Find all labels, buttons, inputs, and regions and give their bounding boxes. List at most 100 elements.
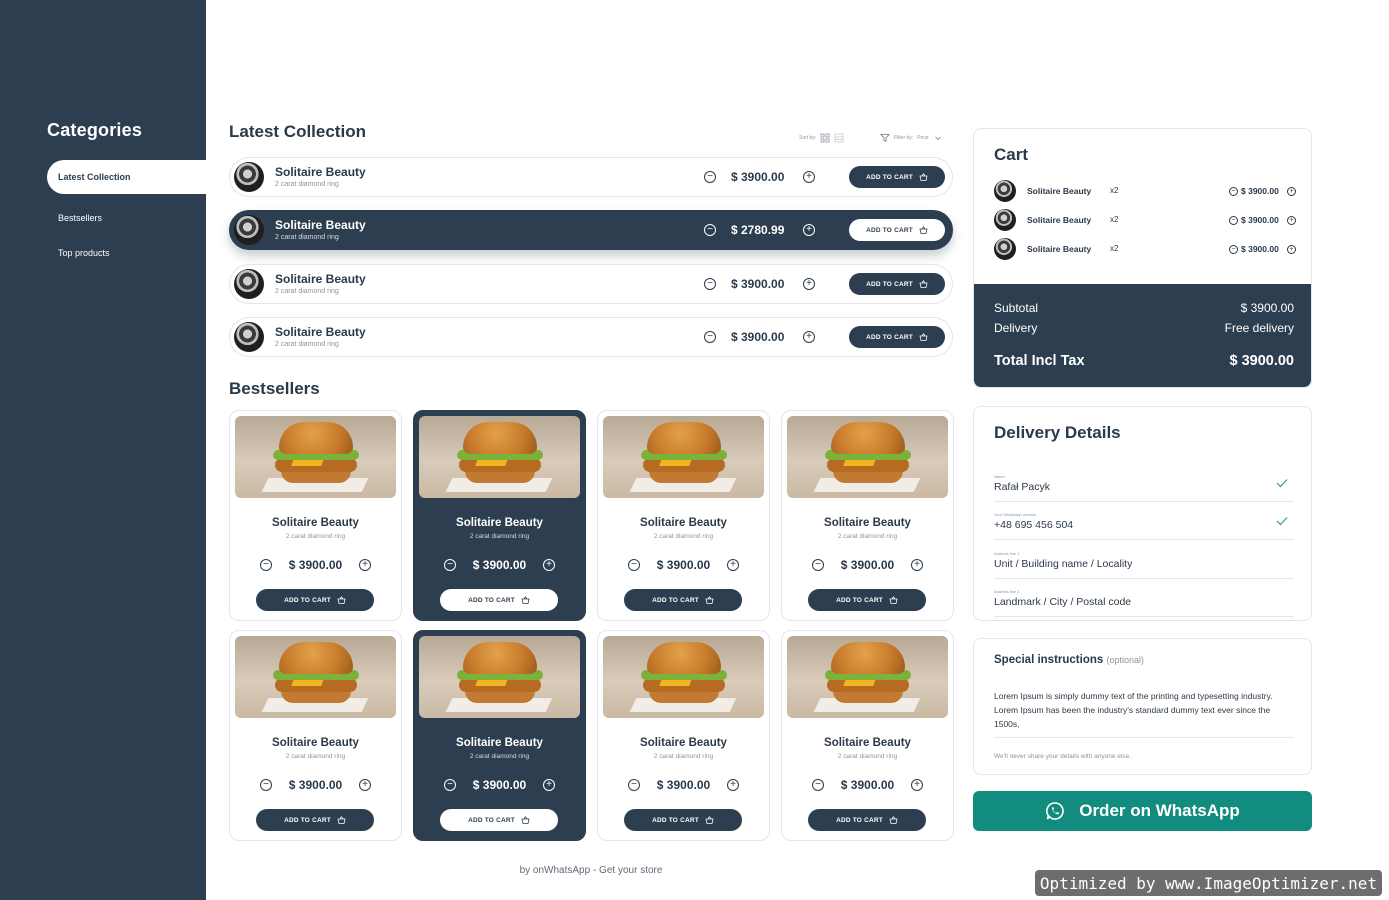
product-name: Solitaire Beauty (275, 218, 366, 232)
list-view-icon[interactable] (834, 133, 844, 143)
add-to-cart-button[interactable]: ADD TO CART (440, 589, 558, 611)
product-price: $ 3900.00 (840, 778, 895, 792)
sort-label: Sort by: (799, 135, 817, 141)
increase-quantity-button[interactable]: + (1287, 216, 1296, 225)
list-item-highlighted: Solitaire Beauty 2 carat diamond ring − … (229, 210, 953, 250)
add-to-cart-button[interactable]: ADD TO CART (624, 809, 742, 831)
plus-icon: + (806, 331, 812, 342)
increase-quantity-button[interactable]: + (803, 331, 815, 343)
product-name: Solitaire Beauty (275, 272, 366, 286)
add-to-cart-button[interactable]: ADD TO CART (849, 326, 945, 348)
cart-title: Cart (994, 145, 1029, 164)
increase-quantity-button[interactable]: + (803, 171, 815, 183)
sidebar-item-latest-collection[interactable]: Latest Collection (47, 160, 206, 194)
field-label: Address line 2 (994, 589, 1020, 594)
decrease-quantity-button[interactable]: − (704, 331, 716, 343)
field-label: Name (994, 474, 1005, 479)
add-to-cart-button[interactable]: ADD TO CART (849, 219, 945, 241)
product-thumbnail (234, 162, 264, 192)
order-on-whatsapp-button[interactable]: Order on WhatsApp (973, 791, 1312, 831)
increase-quantity-button[interactable]: + (727, 779, 739, 791)
add-to-cart-button[interactable]: ADD TO CART (440, 809, 558, 831)
add-to-cart-button[interactable]: ADD TO CART (624, 589, 742, 611)
whatsapp-icon (1046, 802, 1064, 820)
special-instructions-label: Special instructions (994, 654, 1104, 666)
sidebar-item-bestsellers[interactable]: Bestsellers (47, 201, 206, 235)
increase-quantity-button[interactable]: + (803, 224, 815, 236)
basket-icon (919, 280, 928, 288)
product-name: Solitaire Beauty (275, 165, 366, 179)
increase-quantity-button[interactable]: + (803, 278, 815, 290)
add-to-cart-button[interactable]: ADD TO CART (849, 273, 945, 295)
product-image (603, 416, 764, 498)
sidebar-item-top-products[interactable]: Top products (47, 236, 206, 270)
cart-line-quantity: x2 (1110, 215, 1119, 224)
privacy-note: We'll never share your details with anyo… (994, 753, 1131, 760)
plus-icon: + (1289, 217, 1294, 224)
increase-quantity-button[interactable]: + (727, 559, 739, 571)
field-value: +48 695 456 504 (994, 519, 1074, 531)
product-price: $ 3900.00 (731, 330, 785, 344)
address-line-1-field[interactable]: Address line 1 Unit / Building name / Lo… (994, 551, 1294, 579)
product-price: $ 3900.00 (656, 558, 711, 572)
decrease-quantity-button[interactable]: − (1229, 187, 1238, 196)
decrease-quantity-button[interactable]: − (704, 224, 716, 236)
add-to-cart-button[interactable]: ADD TO CART (849, 166, 945, 188)
increase-quantity-button[interactable]: + (359, 559, 371, 571)
add-to-cart-button[interactable]: ADD TO CART (808, 589, 926, 611)
filter-value: Price (917, 135, 929, 141)
increase-quantity-button[interactable]: + (911, 559, 923, 571)
add-to-cart-label: ADD TO CART (866, 280, 913, 288)
product-card: Solitaire Beauty 2 carat diamond ring − $ 3… (597, 630, 770, 841)
increase-quantity-button[interactable]: + (1287, 245, 1296, 254)
basket-icon (521, 816, 530, 824)
product-card: Solitaire Beauty 2 carat diamond ring − $ 3… (229, 630, 402, 841)
decrease-quantity-button[interactable]: − (704, 278, 716, 290)
plus-icon: + (914, 779, 920, 790)
product-card: Solitaire Beauty 2 carat diamond ring − $ 3… (413, 630, 586, 841)
checkmark-icon (1276, 517, 1288, 526)
add-to-cart-button[interactable]: ADD TO CART (256, 809, 374, 831)
decrease-quantity-button[interactable]: − (1229, 216, 1238, 225)
cart-line: Solitaire Beauty x2 − $ 3900.00 + (994, 209, 1296, 231)
plus-icon: + (806, 278, 812, 289)
filter-control[interactable]: Filter by: Price (880, 133, 943, 143)
product-name: Solitaire Beauty (640, 737, 727, 749)
increase-quantity-button[interactable]: + (543, 779, 555, 791)
basket-icon (919, 173, 928, 181)
sort-control[interactable]: Sort by: (799, 133, 844, 143)
footer-credit[interactable]: by onWhatsApp - Get your store (229, 865, 953, 876)
add-to-cart-button[interactable]: ADD TO CART (808, 809, 926, 831)
product-price: $ 3900.00 (472, 558, 527, 572)
cart-line-quantity: x2 (1110, 244, 1119, 253)
special-instructions-textarea[interactable]: Lorem Ipsum is simply dummy text of the … (994, 689, 1294, 738)
plus-icon: + (546, 559, 552, 570)
product-name: Solitaire Beauty (272, 517, 359, 529)
field-value: Unit / Building name / Locality (994, 558, 1133, 570)
sidebar-item-label: Bestsellers (58, 213, 103, 223)
cart-panel: Cart Solitaire Beauty x2 − $ 3900.00 + S… (973, 128, 1312, 388)
product-name: Solitaire Beauty (824, 517, 911, 529)
increase-quantity-button[interactable]: + (359, 779, 371, 791)
product-subtitle: 2 carat diamond ring (469, 533, 530, 540)
plus-icon: + (1289, 246, 1294, 253)
watermark: Optimized by www.ImageOptimizer.net (1035, 870, 1382, 896)
minus-icon: − (1231, 188, 1236, 195)
basket-icon (889, 596, 898, 604)
bestsellers-title: Bestsellers (229, 379, 320, 398)
decrease-quantity-button[interactable]: − (1229, 245, 1238, 254)
address-line-2-field[interactable]: Address line 2 Landmark / City / Postal … (994, 589, 1294, 617)
increase-quantity-button[interactable]: + (911, 779, 923, 791)
product-subtitle: 2 carat diamond ring (275, 234, 339, 241)
decrease-quantity-button[interactable]: − (704, 171, 716, 183)
grid-view-icon[interactable] (820, 133, 830, 143)
cart-line-price: $ 3900.00 (1241, 215, 1279, 225)
whatsapp-number-field[interactable]: Your WhatsApp number +48 695 456 504 (994, 512, 1294, 540)
add-to-cart-button[interactable]: ADD TO CART (256, 589, 374, 611)
increase-quantity-button[interactable]: + (543, 559, 555, 571)
increase-quantity-button[interactable]: + (1287, 187, 1296, 196)
name-field[interactable]: Name Rafał Pacyk (994, 474, 1294, 502)
total-value: $ 3900.00 (1229, 353, 1294, 369)
sidebar-item-label: Top products (58, 248, 110, 258)
sidebar: Categories Latest Collection Bestsellers… (0, 0, 206, 900)
